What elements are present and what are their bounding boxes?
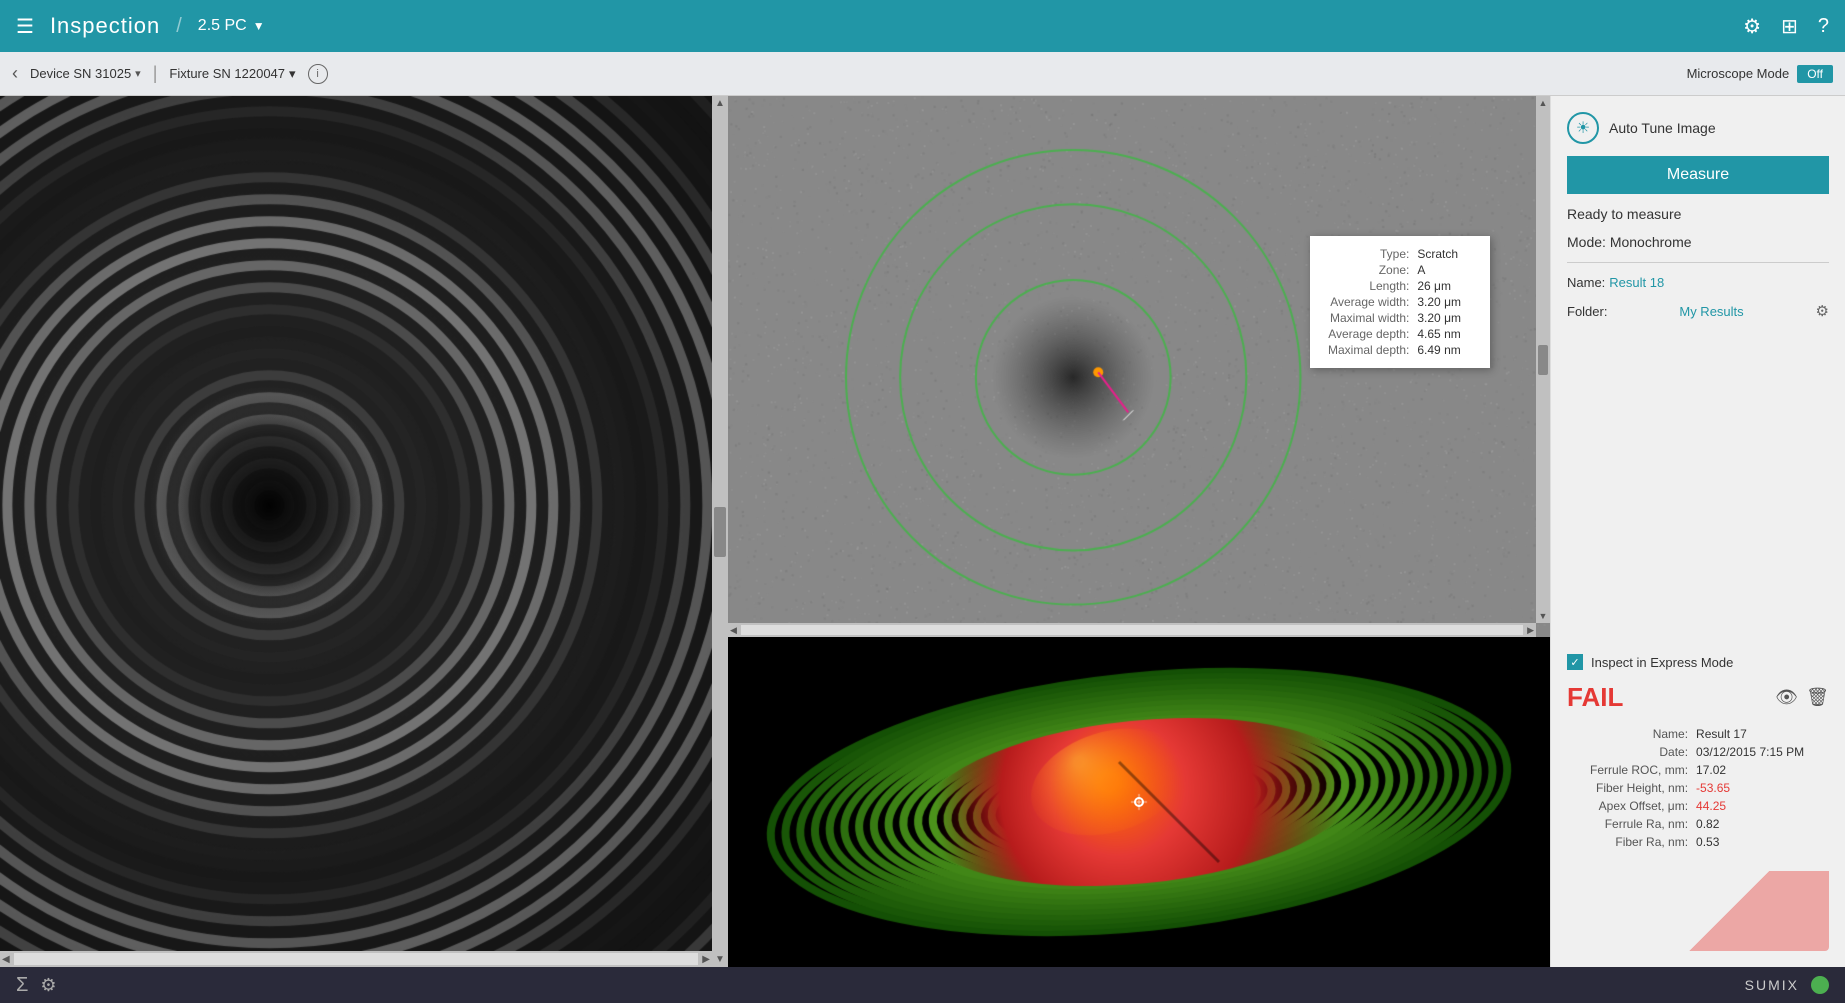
settings-bottom-icon[interactable]: ⚙ bbox=[40, 975, 56, 996]
sidebar-divider-1 bbox=[1567, 262, 1829, 263]
name-value[interactable]: Result 18 bbox=[1609, 275, 1664, 290]
header: ☰ Inspection / 2.5 PC ▼ ⚙ ⊞ ? bbox=[0, 0, 1845, 52]
app-title: Inspection bbox=[50, 13, 160, 39]
microscope-mode-toggle[interactable]: Off bbox=[1797, 65, 1833, 83]
fail-label: FAIL bbox=[1567, 682, 1623, 713]
result-date-value: 03/12/2015 7:15 PM bbox=[1692, 743, 1829, 761]
result-details: Name: Result 17 Date: 03/12/2015 7:15 PM… bbox=[1567, 725, 1829, 851]
auto-tune-row: ☀ Auto Tune Image bbox=[1567, 112, 1829, 144]
fiber-height-label: Fiber Height, nm: bbox=[1567, 779, 1692, 797]
toolbar: ‹ Device SN 31025 ▾ | Fixture SN 1220047… bbox=[0, 52, 1845, 96]
name-row: Name: Result 18 bbox=[1567, 275, 1829, 290]
folder-value[interactable]: My Results bbox=[1679, 304, 1743, 319]
scroll-h-left[interactable]: ◀ ▶ bbox=[0, 951, 712, 967]
max-width-label: Maximal width: bbox=[1324, 310, 1413, 326]
folder-gear-icon[interactable]: ⚙ bbox=[1816, 302, 1829, 320]
type-value: Scratch bbox=[1413, 246, 1465, 262]
mode-label: Mode: bbox=[1567, 234, 1606, 250]
express-mode-row: ✓ Inspect in Express Mode bbox=[1567, 654, 1829, 670]
device-arrow: ▾ bbox=[135, 67, 141, 80]
microscope-mode-label: Microscope Mode bbox=[1687, 66, 1790, 81]
trash-icon[interactable]: 🗑 bbox=[1806, 687, 1829, 708]
help-icon[interactable]: ? bbox=[1818, 15, 1829, 38]
scroll-h-upper[interactable]: ◀ ▶ bbox=[728, 623, 1536, 637]
result-name-value: Result 17 bbox=[1692, 725, 1829, 743]
mode-text: Mode: Monochrome bbox=[1567, 234, 1829, 250]
scroll-v-left[interactable]: ▲ ▼ bbox=[712, 96, 728, 967]
scroll-v-upper[interactable]: ▲ ▼ bbox=[1536, 96, 1550, 623]
avg-depth-value: 4.65 nm bbox=[1413, 326, 1465, 342]
header-actions: ⚙ ⊞ ? bbox=[1743, 14, 1829, 39]
status-text: Ready to measure bbox=[1567, 206, 1829, 222]
length-label: Length: bbox=[1324, 278, 1413, 294]
zone-value: A bbox=[1413, 262, 1465, 278]
avg-width-label: Average width: bbox=[1324, 294, 1413, 310]
fail-header: FAIL 👁 🗑 bbox=[1567, 682, 1829, 713]
fiber-ra-label: Fiber Ra, nm: bbox=[1567, 833, 1692, 851]
back-button[interactable]: ‹ bbox=[12, 63, 18, 84]
settings-icon[interactable]: ⚙ bbox=[1743, 14, 1761, 39]
measure-button[interactable]: Measure bbox=[1567, 156, 1829, 194]
sigma-icon[interactable]: Σ bbox=[16, 974, 28, 997]
interferogram-panel: ▲ ▼ ◀ ▶ bbox=[0, 96, 728, 967]
fixture-arrow: ▾ bbox=[289, 66, 296, 82]
profile-label: 2.5 PC bbox=[198, 17, 247, 35]
right-area: Type: Scratch Zone: A Length: 26 μm Aver… bbox=[728, 96, 1550, 967]
microscope-view-panel: Type: Scratch Zone: A Length: 26 μm Aver… bbox=[728, 96, 1550, 637]
fiber-height-value: -53.65 bbox=[1692, 779, 1829, 797]
apex-offset-label: Apex Offset, μm: bbox=[1567, 797, 1692, 815]
ferrule-roc-label: Ferrule ROC, mm: bbox=[1567, 761, 1692, 779]
mode-value: Monochrome bbox=[1610, 234, 1692, 250]
name-label: Name: bbox=[1567, 275, 1605, 290]
info-button[interactable]: i bbox=[308, 64, 328, 84]
result-name-label: Name: bbox=[1567, 725, 1692, 743]
folder-row: Folder: My Results ⚙ bbox=[1567, 302, 1829, 320]
avg-depth-label: Average depth: bbox=[1324, 326, 1413, 342]
fail-icons: 👁 🗑 bbox=[1775, 687, 1829, 708]
grid-icon[interactable]: ⊞ bbox=[1781, 14, 1798, 39]
bottom-bar: Σ ⚙ SUMIX bbox=[0, 967, 1845, 1003]
fixture-selector[interactable]: Fixture SN 1220047 ▾ bbox=[169, 66, 295, 82]
toolbar-sep: | bbox=[153, 63, 158, 84]
express-mode-checkbox[interactable]: ✓ bbox=[1567, 654, 1583, 670]
type-label: Type: bbox=[1324, 246, 1413, 262]
fail-decoration bbox=[1567, 871, 1829, 951]
length-value: 26 μm bbox=[1413, 278, 1465, 294]
header-divider: / bbox=[176, 15, 182, 38]
zone-label: Zone: bbox=[1324, 262, 1413, 278]
surface-3d-panel bbox=[728, 637, 1550, 967]
fiber-ra-value: 0.53 bbox=[1692, 833, 1829, 851]
ferrule-ra-label: Ferrule Ra, nm: bbox=[1567, 815, 1692, 833]
device-label-text: Device SN 31025 bbox=[30, 66, 131, 81]
max-depth-value: 6.49 nm bbox=[1413, 342, 1465, 358]
sumix-status-dot bbox=[1811, 976, 1829, 994]
express-mode-label: Inspect in Express Mode bbox=[1591, 655, 1733, 670]
menu-icon[interactable]: ☰ bbox=[16, 14, 34, 39]
auto-tune-icon[interactable]: ☀ bbox=[1567, 112, 1599, 144]
defect-tooltip: Type: Scratch Zone: A Length: 26 μm Aver… bbox=[1310, 236, 1490, 368]
auto-tune-label: Auto Tune Image bbox=[1609, 120, 1716, 136]
microscope-mode-control: Microscope Mode Off bbox=[1687, 65, 1833, 83]
ferrule-roc-value: 17.02 bbox=[1692, 761, 1829, 779]
profile-arrow: ▼ bbox=[253, 19, 265, 33]
sidebar: ☀ Auto Tune Image Measure Ready to measu… bbox=[1550, 96, 1845, 967]
ferrule-ra-value: 0.82 bbox=[1692, 815, 1829, 833]
device-selector[interactable]: Device SN 31025 ▾ bbox=[30, 66, 141, 81]
folder-label: Folder: bbox=[1567, 304, 1607, 319]
profile-selector[interactable]: 2.5 PC ▼ bbox=[198, 17, 265, 35]
cursor-indicator bbox=[1134, 797, 1144, 807]
fixture-label-text: Fixture SN 1220047 bbox=[169, 66, 285, 81]
main-area: ▲ ▼ ◀ ▶ Type: Scratch Zone: bbox=[0, 96, 1845, 967]
interferogram-canvas[interactable] bbox=[0, 96, 728, 967]
sumix-label: SUMIX bbox=[1745, 977, 1799, 993]
avg-width-value: 3.20 μm bbox=[1413, 294, 1465, 310]
eye-icon[interactable]: 👁 bbox=[1775, 687, 1798, 708]
result-date-label: Date: bbox=[1567, 743, 1692, 761]
apex-offset-value: 44.25 bbox=[1692, 797, 1829, 815]
max-width-value: 3.20 μm bbox=[1413, 310, 1465, 326]
max-depth-label: Maximal depth: bbox=[1324, 342, 1413, 358]
